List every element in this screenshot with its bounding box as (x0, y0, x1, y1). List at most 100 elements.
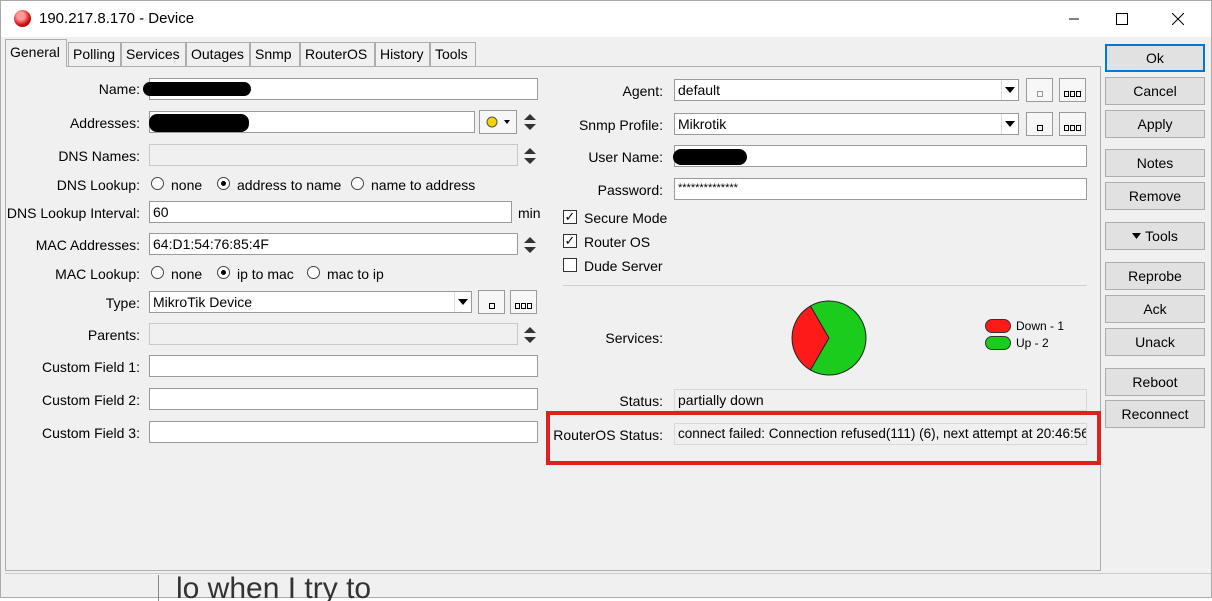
reconnect-button[interactable]: Reconnect (1105, 400, 1205, 428)
status-value: partially down (674, 389, 1087, 411)
name-label: Name: (98, 81, 140, 97)
tab-outages[interactable]: Outages (186, 42, 250, 66)
addresses-label: Addresses: (69, 115, 140, 131)
tab-tools[interactable]: Tools (430, 42, 476, 66)
custom-field-1-input[interactable] (149, 355, 538, 377)
dns-lookup-none-radio[interactable] (151, 177, 164, 190)
background-divider (158, 575, 159, 601)
secure-mode-checkbox[interactable]: ✓ (563, 210, 577, 224)
parents-input[interactable] (149, 323, 518, 345)
dns-lookup-name-to-address-radio[interactable] (351, 177, 364, 190)
snmp-more-button[interactable] (1059, 112, 1086, 136)
type-select-value: MikroTik Device (153, 294, 253, 310)
tools-button-label: Tools (1145, 228, 1178, 244)
mac-addresses-input[interactable]: 64:D1:54:76:85:4F (149, 233, 518, 255)
dns-lookup-none-label: none (171, 177, 203, 193)
unack-button[interactable]: Unack (1105, 328, 1205, 356)
parents-updown-icon[interactable] (523, 326, 537, 344)
tab-routeros[interactable]: RouterOS (300, 42, 375, 66)
dns-interval-input[interactable]: 60 (149, 201, 512, 223)
close-icon[interactable] (1155, 1, 1201, 37)
router-os-checkbox[interactable]: ✓ (563, 234, 577, 248)
title-bar: 190.217.8.170 - Device (1, 1, 1211, 37)
tab-snmp[interactable]: Snmp (250, 42, 300, 66)
router-os-label: Router OS (584, 234, 651, 250)
dns-names-updown-icon[interactable] (523, 147, 537, 165)
redacted-address (149, 114, 249, 132)
ok-button[interactable]: Ok (1105, 44, 1205, 72)
mac-lookup-label: MAC Lookup: (55, 266, 140, 282)
custom-field-3-input[interactable] (149, 421, 538, 443)
cancel-button[interactable]: Cancel (1105, 77, 1205, 105)
chevron-down-icon[interactable] (454, 292, 471, 312)
agent-edit-button[interactable] (1026, 78, 1053, 102)
snmp-edit-button[interactable] (1026, 112, 1053, 136)
redacted-username (673, 149, 747, 165)
custom-field-2-label: Custom Field 2: (41, 392, 140, 408)
remove-button[interactable]: Remove (1105, 182, 1205, 210)
reboot-button[interactable]: Reboot (1105, 368, 1205, 396)
tab-history[interactable]: History (375, 42, 430, 66)
snmp-profile-select[interactable]: Mikrotik (674, 113, 1019, 135)
password-label: Password: (597, 182, 663, 198)
legend-down-swatch (985, 319, 1011, 333)
address-lookup-button[interactable] (479, 110, 517, 134)
divider (563, 285, 1087, 286)
parents-label: Parents: (87, 327, 140, 343)
custom-field-2-input[interactable] (149, 388, 538, 410)
snmp-profile-label: Snmp Profile: (578, 117, 663, 133)
tab-services[interactable]: Services (121, 42, 186, 66)
mac-lookup-mac-to-ip-radio[interactable] (307, 266, 320, 279)
type-more-button[interactable] (510, 290, 537, 314)
maximize-icon[interactable] (1099, 1, 1145, 37)
window-title: 190.217.8.170 - Device (39, 10, 195, 27)
mac-lookup-ip-to-mac-label: ip to mac (237, 266, 294, 282)
agent-more-button[interactable] (1059, 78, 1086, 102)
mac-lookup-mac-to-ip-label: mac to ip (327, 266, 384, 282)
mikrotik-dude-icon (14, 10, 31, 27)
mac-addresses-updown-icon[interactable] (523, 236, 537, 254)
reprobe-button[interactable]: Reprobe (1105, 262, 1205, 290)
agent-select[interactable]: default (674, 79, 1019, 101)
dns-names-input[interactable] (149, 144, 518, 166)
tab-polling[interactable]: Polling (68, 42, 121, 66)
device-window: 190.217.8.170 - Device General Polling S… (0, 0, 1212, 598)
snmp-profile-value: Mikrotik (678, 116, 727, 132)
minimize-icon[interactable] (1051, 1, 1097, 37)
password-input[interactable]: ************** (674, 178, 1087, 200)
chevron-down-icon (1132, 233, 1142, 239)
addresses-updown-icon[interactable] (523, 113, 537, 131)
secure-mode-label: Secure Mode (584, 210, 668, 226)
background-text: lo when I try to (176, 572, 372, 601)
agent-select-value: default (678, 82, 721, 98)
dns-names-label: DNS Names: (58, 148, 140, 164)
type-select[interactable]: MikroTik Device (149, 291, 472, 313)
legend-up-swatch (985, 336, 1011, 350)
services-label: Services: (605, 330, 663, 346)
tools-button[interactable]: Tools (1105, 222, 1205, 250)
mac-lookup-none-radio[interactable] (151, 266, 164, 279)
type-edit-button[interactable] (478, 290, 505, 314)
dude-server-checkbox[interactable] (563, 258, 577, 272)
username-label: User Name: (588, 149, 663, 165)
services-pie-chart (791, 300, 867, 376)
mac-lookup-ip-to-mac-radio[interactable] (217, 266, 230, 279)
legend-up-label: Up - 2 (1016, 336, 1049, 350)
custom-field-1-label: Custom Field 1: (41, 359, 140, 375)
dns-interval-unit: min (518, 205, 541, 221)
dns-lookup-address-to-name-radio[interactable] (217, 177, 230, 190)
mac-lookup-none-label: none (171, 266, 203, 282)
notes-button[interactable]: Notes (1105, 149, 1205, 177)
apply-button[interactable]: Apply (1105, 110, 1205, 138)
type-label: Type: (105, 295, 140, 311)
chevron-down-icon[interactable] (1001, 114, 1018, 134)
ack-button[interactable]: Ack (1105, 295, 1205, 323)
legend-down-label: Down - 1 (1016, 319, 1065, 333)
custom-field-3-label: Custom Field 3: (41, 425, 140, 441)
status-label: Status: (619, 393, 663, 409)
general-panel (5, 66, 1101, 571)
redacted-name (143, 82, 251, 96)
chevron-down-icon[interactable] (1001, 80, 1018, 100)
tab-general[interactable]: General (5, 39, 67, 67)
dns-lookup-label: DNS Lookup: (56, 177, 140, 193)
